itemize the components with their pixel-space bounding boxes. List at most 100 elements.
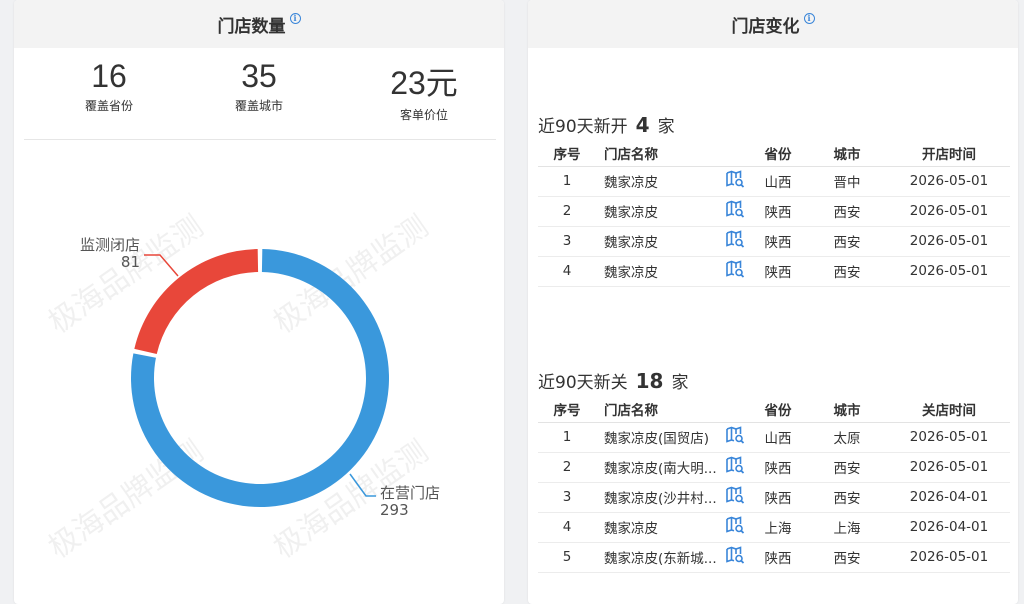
map-search-icon[interactable]	[725, 485, 745, 509]
cell-province: 陕西	[750, 256, 806, 287]
store-donut-chart: 监测闭店81 在营门店293	[80, 236, 440, 519]
table-row[interactable]: 2 魏家凉皮 陕西 西安 2026-05-01	[538, 196, 1010, 227]
column-header: 城市	[806, 140, 888, 167]
cell-city: 西安	[806, 226, 888, 257]
cell-idx: 3	[538, 226, 596, 257]
table-row[interactable]: 2 魏家凉皮(南大明... 陕西 西安 2026-05-01	[538, 452, 1010, 483]
cell-idx: 4	[538, 512, 596, 543]
cell-province: 陕西	[750, 542, 806, 573]
cell-name: 魏家凉皮	[596, 256, 720, 287]
cell-idx: 1	[538, 422, 596, 453]
table-row[interactable]: 3 魏家凉皮 陕西 西安 2026-05-01	[538, 226, 1010, 257]
cell-name: 魏家凉皮	[596, 196, 720, 227]
cell-idx: 2	[538, 196, 596, 227]
cell-name: 魏家凉皮	[596, 166, 720, 197]
column-header	[720, 396, 750, 423]
column-header: 省份	[750, 396, 806, 423]
map-search-icon[interactable]	[725, 229, 745, 253]
cell-date: 2026-05-01	[888, 196, 1010, 227]
column-header: 开店时间	[888, 140, 1010, 167]
stat-cities: 35 覆盖城市	[189, 58, 329, 114]
stat-value: 16	[91, 58, 127, 94]
cell-date: 2026-05-01	[888, 452, 1010, 483]
cell-date: 2026-04-01	[888, 482, 1010, 513]
cell-province: 陕西	[750, 482, 806, 513]
cell-city: 太原	[806, 422, 888, 453]
closed-summary: 近90天新关 18 家	[538, 368, 688, 393]
closed-unit: 家	[671, 373, 689, 393]
cell-map	[720, 226, 750, 257]
table-row[interactable]: 3 魏家凉皮(沙井村... 陕西 西安 2026-04-01	[538, 482, 1010, 513]
closed-count: 18	[635, 369, 664, 393]
table-row[interactable]: 1 魏家凉皮(国贸店) 山西 太原 2026-05-01	[538, 422, 1010, 453]
cell-name: 魏家凉皮(沙井村...	[596, 482, 720, 513]
cell-province: 山西	[750, 166, 806, 197]
cell-idx: 1	[538, 166, 596, 197]
cell-map	[720, 166, 750, 197]
cell-date: 2026-05-01	[888, 166, 1010, 197]
table-row[interactable]: 4 魏家凉皮 陕西 西安 2026-05-01	[538, 256, 1010, 287]
cell-name: 魏家凉皮(东新城...	[596, 542, 720, 573]
map-search-icon[interactable]	[725, 425, 745, 449]
column-header: 城市	[806, 396, 888, 423]
column-header: 序号	[538, 140, 596, 167]
cell-city: 西安	[806, 196, 888, 227]
stat-value: 35	[241, 58, 277, 94]
store-change-header: 门店变化 i	[528, 0, 1018, 48]
cell-province: 山西	[750, 422, 806, 453]
info-icon[interactable]: i	[289, 12, 301, 24]
cell-date: 2026-05-01	[888, 256, 1010, 287]
slice-value: 81	[121, 253, 140, 271]
map-search-icon[interactable]	[725, 455, 745, 479]
cell-city: 西安	[806, 542, 888, 573]
cell-date: 2026-05-01	[888, 542, 1010, 573]
column-header: 门店名称	[596, 396, 720, 423]
map-search-icon[interactable]	[725, 199, 745, 223]
opened-stores-table: 序号 门店名称 省份 城市 开店时间 1 魏家凉皮 山西 晋中 2026-05-01 2 魏家凉皮 陕西…	[538, 140, 1010, 287]
table-row[interactable]: 5 魏家凉皮(东新城... 陕西 西安 2026-05-01	[538, 542, 1010, 573]
stats-row: 16 覆盖省份 35 覆盖城市 23元 客单价位	[14, 58, 504, 138]
stat-label: 客单价位	[399, 108, 448, 122]
closed-stores-table: 序号 门店名称 省份 城市 关店时间 1 魏家凉皮(国贸店) 山西 太原 2026-05-01 2 魏…	[538, 396, 1010, 573]
cell-name: 魏家凉皮	[596, 512, 720, 543]
cell-date: 2026-05-01	[888, 422, 1010, 453]
closed-prefix: 近90天新关	[538, 373, 628, 393]
map-search-icon[interactable]	[725, 515, 745, 539]
cell-province: 上海	[750, 512, 806, 543]
slice-label: 监测闭店	[80, 236, 140, 254]
cell-map	[720, 196, 750, 227]
cell-idx: 4	[538, 256, 596, 287]
map-search-icon[interactable]	[725, 545, 745, 569]
map-search-icon[interactable]	[725, 169, 745, 193]
slice-value: 293	[380, 501, 409, 519]
cell-city: 西安	[806, 452, 888, 483]
cell-name: 魏家凉皮	[596, 226, 720, 257]
cell-map	[720, 256, 750, 287]
donut-slice-closed[interactable]	[134, 249, 259, 355]
stat-price: 23元 客单价位	[354, 58, 494, 123]
cell-map	[720, 422, 750, 453]
map-search-icon[interactable]	[725, 259, 745, 283]
slice-label: 在营门店	[380, 484, 440, 502]
cell-city: 西安	[806, 482, 888, 513]
column-header: 序号	[538, 396, 596, 423]
cell-province: 陕西	[750, 196, 806, 227]
store-count-header: 门店数量 i	[14, 0, 504, 48]
table-row[interactable]: 4 魏家凉皮 上海 上海 2026-04-01	[538, 512, 1010, 543]
table-header-row: 序号 门店名称 省份 城市 关店时间	[538, 396, 1010, 423]
cell-date: 2026-04-01	[888, 512, 1010, 543]
column-header: 省份	[750, 140, 806, 167]
cell-date: 2026-05-01	[888, 226, 1010, 257]
cell-map	[720, 542, 750, 573]
cell-city: 晋中	[806, 166, 888, 197]
cell-city: 上海	[806, 512, 888, 543]
leader-line	[144, 254, 179, 277]
store-count-title: 门店数量	[217, 16, 286, 37]
store-change-panel: 门店变化 i 近90天新开 4 家 序号 门店名称 省份 城市 开店时间 1 魏家凉皮 山西晋…	[528, 0, 1018, 604]
cell-map	[720, 512, 750, 543]
cell-map	[720, 452, 750, 483]
info-icon[interactable]: i	[803, 12, 815, 24]
cell-name: 魏家凉皮(南大明...	[596, 452, 720, 483]
table-row[interactable]: 1 魏家凉皮 山西 晋中 2026-05-01	[538, 166, 1010, 197]
stat-label: 覆盖省份	[84, 99, 133, 113]
